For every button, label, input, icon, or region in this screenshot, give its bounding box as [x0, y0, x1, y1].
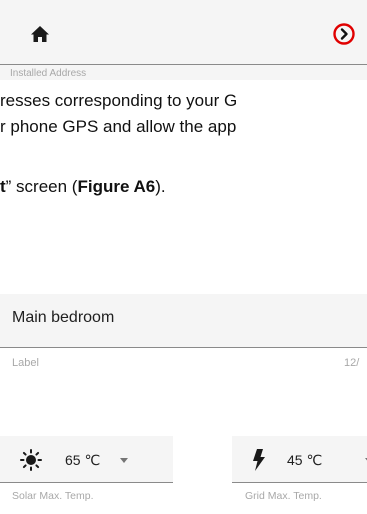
installed-address-label: Installed Address	[10, 68, 87, 79]
solar-max-temp-caption: Solar Max. Temp.	[12, 490, 94, 502]
character-counter: 12/	[344, 357, 360, 369]
label-field-value[interactable]: Main bedroom	[12, 309, 114, 327]
select-underline	[0, 482, 173, 483]
body-text-line-3: t” screen (Figure A6).	[0, 177, 166, 197]
chevron-down-icon[interactable]	[120, 458, 128, 463]
body-text-line-2: r phone GPS and allow the app	[0, 117, 237, 136]
label-field-caption: Label	[12, 357, 39, 369]
grid-max-temp-caption: Grid Max. Temp.	[245, 490, 322, 502]
bolt-icon	[253, 449, 265, 471]
body-text-line-1: resses corresponding to your G	[0, 91, 238, 110]
figure-reference: Figure A6	[77, 177, 156, 196]
sun-icon	[20, 449, 42, 471]
solar-max-temp-value: 65 ℃	[65, 452, 101, 468]
home-icon[interactable]	[30, 25, 50, 43]
text-fragment-end: ).	[155, 177, 166, 196]
field-underline	[0, 64, 367, 65]
field-underline	[0, 347, 367, 348]
text-fragment: ” screen (	[5, 177, 78, 196]
select-underline	[232, 482, 367, 483]
circle-chevron-right-icon[interactable]	[332, 22, 356, 46]
grid-max-temp-value: 45 ℃	[287, 452, 323, 468]
